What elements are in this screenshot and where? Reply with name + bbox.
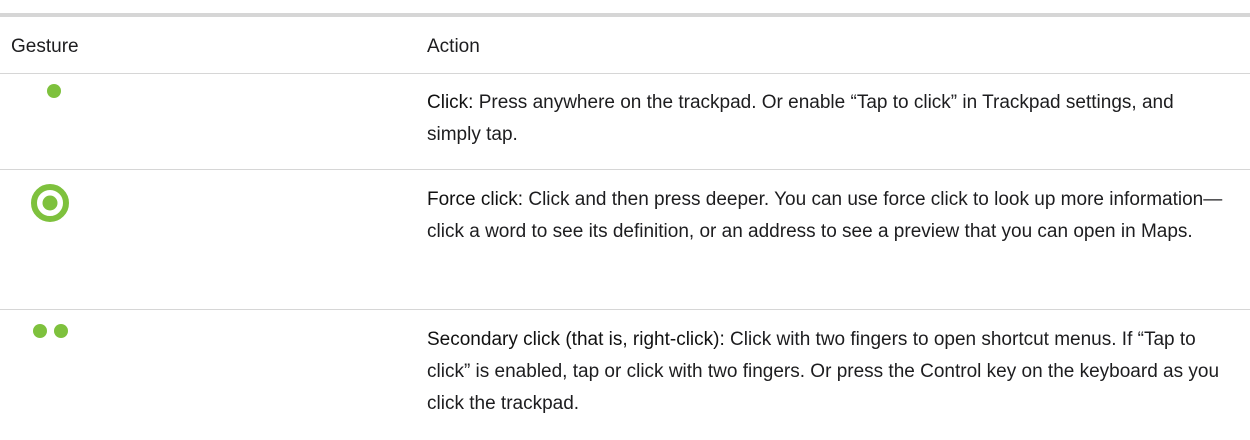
two-finger-dot-left-icon [33, 324, 47, 338]
gesture-column-header: Gesture [11, 36, 79, 57]
gesture-table: Gesture Action Click: Press anywhere on … [0, 13, 1250, 440]
gesture-cell [0, 170, 400, 309]
gesture-cell [0, 74, 400, 169]
action-cell: Click: Press anywhere on the trackpad. O… [427, 87, 1227, 151]
action-title: Click: [427, 92, 474, 113]
action-cell: Secondary click (that is, right-click): … [427, 324, 1227, 420]
action-title: Force click: [427, 189, 524, 210]
action-column-header: Action [427, 36, 480, 57]
action-cell: Force click: Click and then press deeper… [427, 184, 1227, 248]
table-row-click: Click: Press anywhere on the trackpad. O… [0, 74, 1250, 170]
one-finger-dot-icon [47, 84, 61, 98]
action-description: Press anywhere on the trackpad. Or enabl… [427, 92, 1174, 145]
table-header-row: Gesture Action [0, 17, 1250, 74]
action-description: Click and then press deeper. You can use… [427, 189, 1223, 242]
action-title: Secondary click (that is, right-click): [427, 329, 725, 350]
gesture-cell [0, 310, 400, 440]
table-row-secondary-click: Secondary click (that is, right-click): … [0, 310, 1250, 440]
two-finger-dot-right-icon [54, 324, 68, 338]
table-row-force-click: Force click: Click and then press deeper… [0, 170, 1250, 310]
force-click-ring-icon [31, 184, 69, 222]
